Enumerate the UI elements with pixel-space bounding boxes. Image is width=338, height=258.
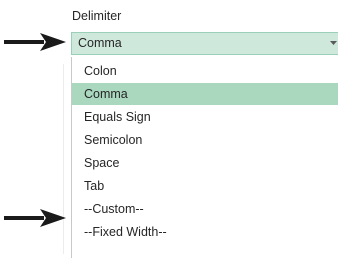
delimiter-label: Delimiter bbox=[72, 9, 122, 23]
delimiter-select[interactable]: Comma bbox=[71, 32, 338, 55]
option-tab[interactable]: Tab bbox=[72, 175, 338, 197]
option-comma[interactable]: Comma bbox=[72, 83, 338, 105]
delimiter-panel: Delimiter Comma Colon Comma Equals Sign … bbox=[0, 0, 338, 258]
chevron-down-icon bbox=[329, 33, 337, 54]
delimiter-selected-value: Comma bbox=[78, 36, 122, 50]
option-space[interactable]: Space bbox=[72, 152, 338, 174]
arrow-right-icon bbox=[4, 209, 66, 227]
option-fixed-width[interactable]: --Fixed Width-- bbox=[72, 221, 338, 243]
option-custom[interactable]: --Custom-- bbox=[72, 198, 338, 220]
arrow-right-icon bbox=[4, 33, 66, 51]
option-semicolon[interactable]: Semicolon bbox=[72, 129, 338, 151]
option-equals-sign[interactable]: Equals Sign bbox=[72, 106, 338, 128]
delimiter-dropdown-list: Colon Comma Equals Sign Semicolon Space … bbox=[71, 57, 338, 258]
option-colon[interactable]: Colon bbox=[72, 60, 338, 82]
